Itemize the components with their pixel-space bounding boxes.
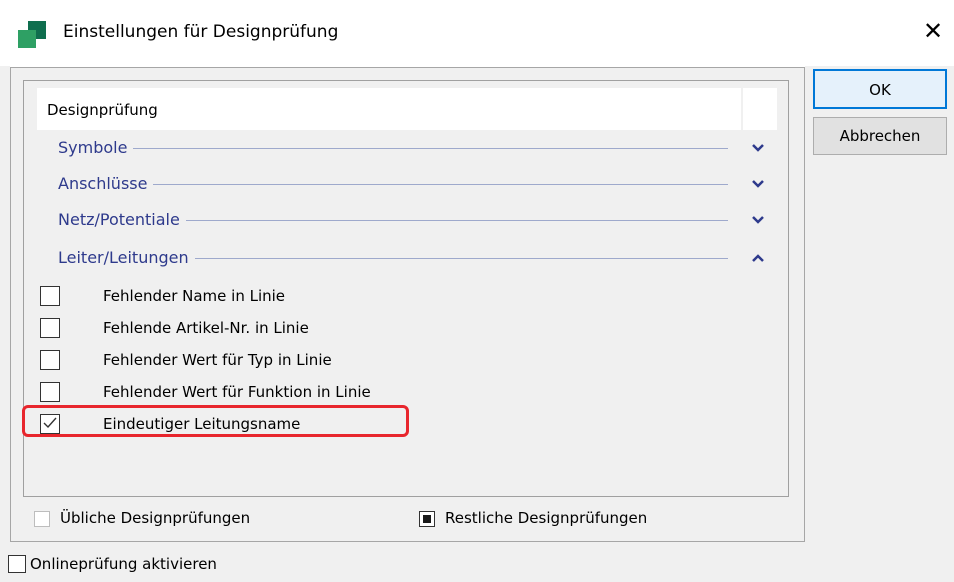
item-label: Fehlende Artikel-Nr. in Linie [103, 319, 309, 337]
ok-button[interactable]: OK [813, 69, 947, 109]
chevron-down-icon[interactable] [750, 211, 766, 229]
checkbox-indeterminate[interactable] [419, 511, 435, 527]
remaining-checks-toggle[interactable]: Restliche Designprüfungen [419, 509, 689, 531]
group-label: Anschlüsse [58, 172, 154, 196]
common-checks-label: Übliche Designprüfungen [60, 509, 251, 527]
dialog-body-left [0, 66, 10, 542]
item-label: Fehlender Wert für Typ in Linie [103, 351, 332, 369]
checkbox[interactable] [34, 511, 50, 527]
group-divider [58, 184, 728, 185]
app-logo-icon [18, 21, 46, 48]
checkbox[interactable] [40, 318, 60, 338]
group-symbole[interactable]: Symbole [58, 136, 778, 162]
group-divider [58, 148, 728, 149]
list-item[interactable]: Fehlende Artikel-Nr. in Linie [40, 317, 420, 341]
item-label: Fehlender Name in Linie [103, 287, 286, 305]
item-label: Fehlender Wert für Funktion in Linie [103, 383, 371, 401]
chevron-down-icon[interactable] [750, 175, 766, 193]
list-item[interactable]: Fehlender Wert für Funktion in Linie [40, 381, 420, 405]
group-label: Symbole [58, 136, 134, 160]
chevron-up-icon[interactable] [750, 249, 766, 267]
group-netz-potentiale[interactable]: Netz/Potentiale [58, 208, 778, 234]
checkbox[interactable] [40, 350, 60, 370]
highlight-annotation [22, 405, 409, 437]
window-title: Einstellungen für Designprüfung [63, 22, 339, 42]
remaining-checks-label: Restliche Designprüfungen [445, 509, 648, 527]
close-icon[interactable]: ✕ [918, 16, 948, 46]
list-item[interactable]: Fehlender Wert für Typ in Linie [40, 349, 420, 373]
group-anschluesse[interactable]: Anschlüsse [58, 172, 778, 198]
online-check-label: Onlineprüfung aktivieren [30, 555, 217, 573]
online-check-toggle[interactable]: Onlineprüfung aktivieren [8, 553, 268, 577]
cancel-button[interactable]: Abbrechen [813, 117, 947, 155]
checkbox[interactable] [8, 555, 26, 573]
checkbox[interactable] [40, 382, 60, 402]
group-leiter-leitungen[interactable]: Leiter/Leitungen [58, 246, 778, 272]
checkbox[interactable] [40, 286, 60, 306]
group-label: Leiter/Leitungen [58, 246, 195, 270]
list-item[interactable]: Fehlender Name in Linie [40, 285, 420, 309]
list-header-scroll-area [743, 88, 777, 130]
chevron-down-icon[interactable] [750, 139, 766, 157]
group-label: Netz/Potentiale [58, 208, 186, 232]
common-checks-toggle[interactable]: Übliche Designprüfungen [34, 509, 294, 531]
list-header-title: Designprüfung [47, 101, 158, 119]
